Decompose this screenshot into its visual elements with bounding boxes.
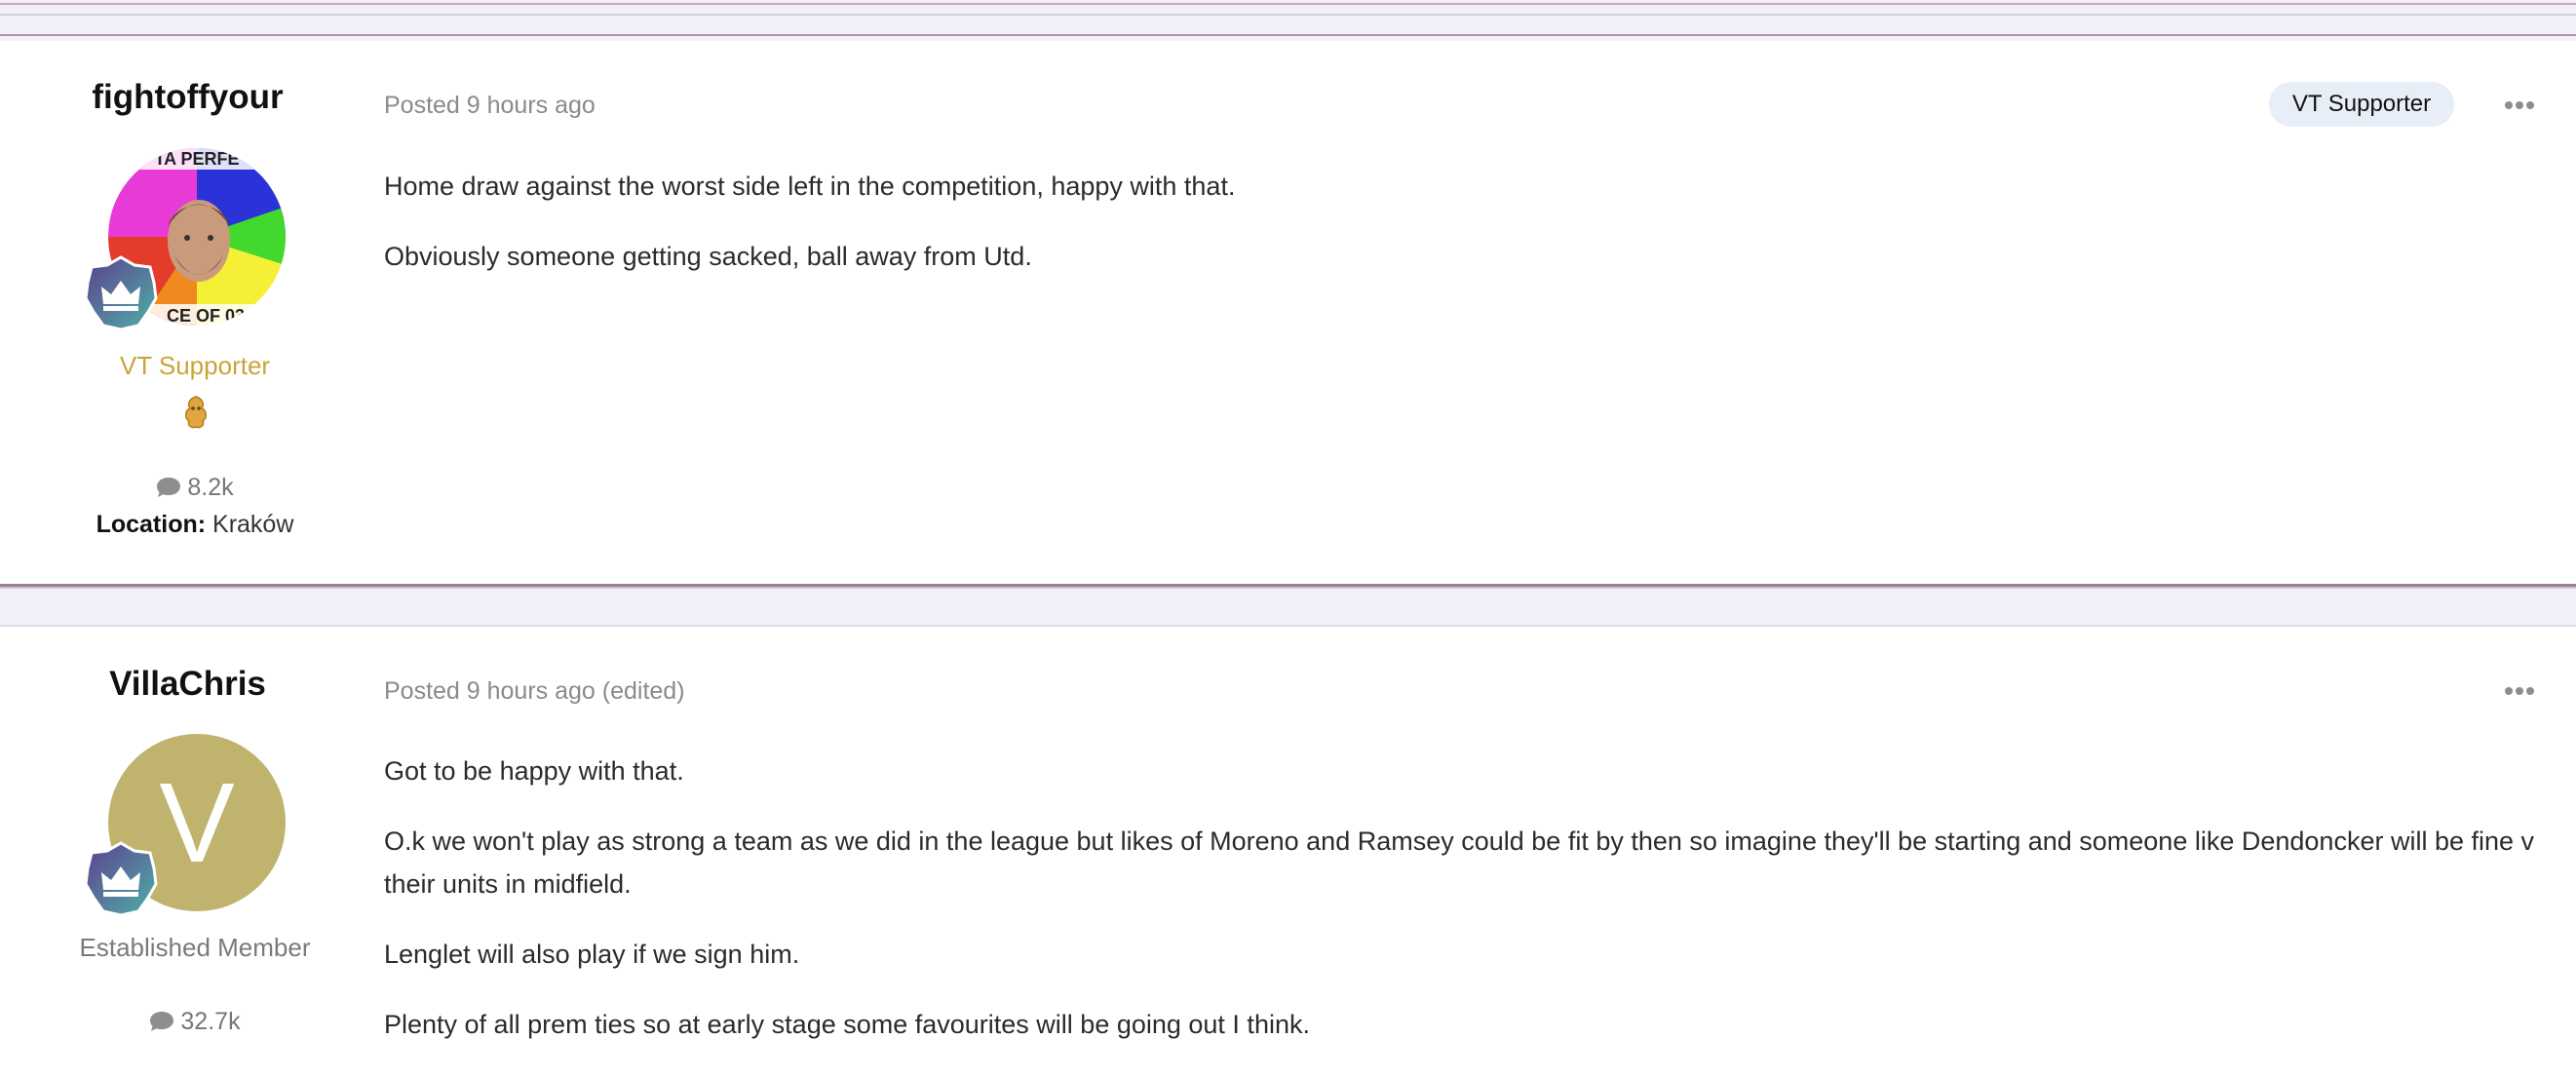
post-count-value: 8.2k (187, 474, 234, 501)
forum-post: fightoffyour TA PERFE CE OF 03 VT Suppor… (0, 41, 2576, 587)
svg-text:CE OF 03: CE OF 03 (167, 306, 245, 326)
crown-badge-icon (84, 255, 158, 331)
location-label: Location: (96, 511, 207, 538)
lion-emblem-icon (185, 396, 207, 429)
post-paragraph: Lenglet will also play if we sign him. (384, 940, 800, 969)
svg-text:TA PERFE: TA PERFE (154, 149, 239, 169)
post-divider (0, 587, 2576, 625)
post-count: 32.7k (0, 1008, 390, 1036)
author-name[interactable]: fightoffyour (0, 78, 375, 117)
post-paragraph: Obviously someone getting sacked, ball a… (384, 242, 1032, 271)
post-timestamp[interactable]: Posted 9 hours ago (edited) (384, 677, 685, 706)
more-options-icon[interactable] (2505, 682, 2544, 702)
top-separator (0, 0, 2576, 39)
post-paragraph: Got to be happy with that. (384, 756, 684, 786)
author-avatar[interactable]: TA PERFE CE OF 03 (84, 148, 286, 331)
post-content: Got to be happy with that. O.k we won't … (384, 750, 2538, 1073)
author-rank: VT Supporter (119, 351, 271, 380)
author-rank: Established Member (79, 933, 311, 962)
more-options-icon[interactable] (2505, 96, 2544, 116)
post-paragraph: O.k we won't play as strong a team as we… (384, 827, 2535, 899)
post-count: 8.2k (0, 474, 390, 502)
author-avatar[interactable]: V (84, 734, 286, 917)
crown-badge-icon (84, 841, 158, 917)
post-paragraph: Home draw against the worst side left in… (384, 172, 1236, 201)
post-timestamp[interactable]: Posted 9 hours ago (384, 92, 596, 120)
speech-bubble-icon (150, 1012, 174, 1031)
post-content: Home draw against the worst side left in… (384, 165, 2538, 305)
post-paragraph: Plenty of all prem ties so at early stag… (384, 1010, 1310, 1039)
supporter-pill: VT Supporter (2269, 82, 2454, 127)
speech-bubble-icon (157, 478, 181, 497)
forum-post: VillaChris V Established Member 32.7k Po… (0, 625, 2576, 1077)
post-count-value: 32.7k (180, 1008, 241, 1035)
location-value: Kraków (212, 511, 294, 538)
author-location: Location: Kraków (0, 511, 390, 539)
author-name[interactable]: VillaChris (0, 665, 375, 704)
